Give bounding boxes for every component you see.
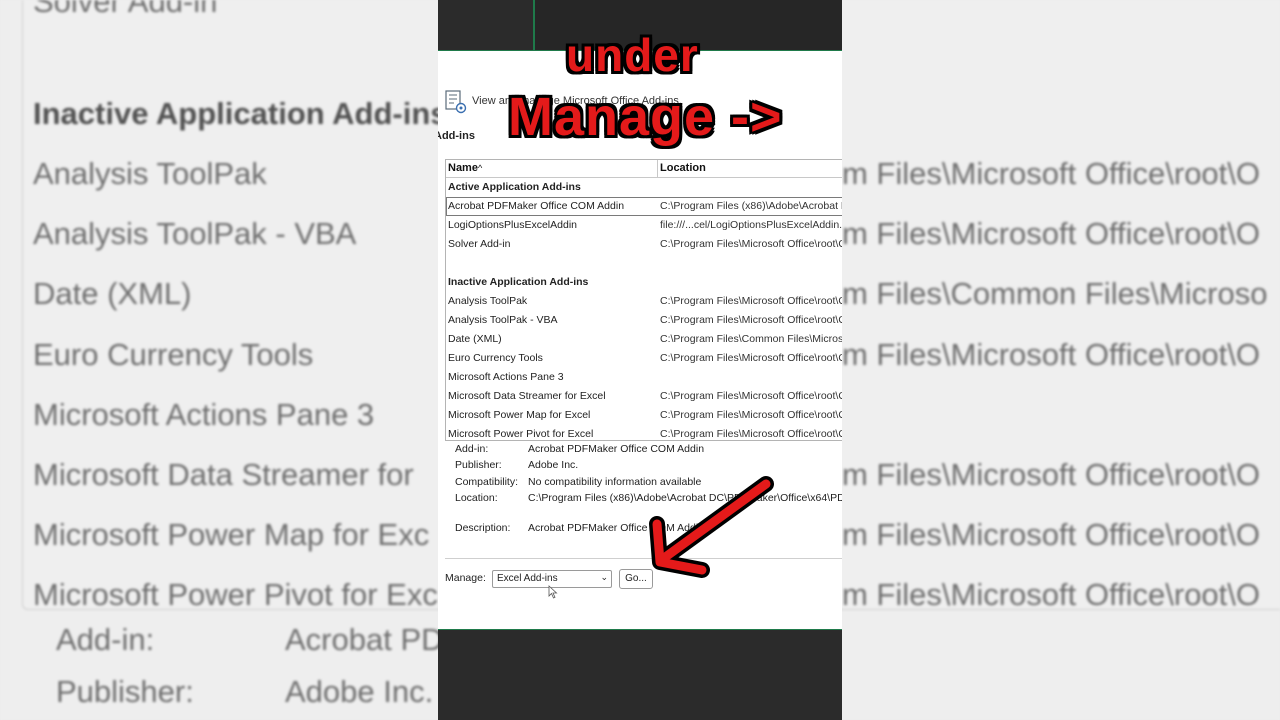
- addin-location: file:///...cel/LogiOptionsPlusExcelAddin…: [660, 219, 842, 231]
- caption-line-1: under: [566, 29, 699, 81]
- addin-location: C:\Program Files\Microsoft Office\root\O: [660, 428, 842, 440]
- chevron-down-icon: ⌄: [600, 572, 608, 582]
- addin-name: Microsoft Power Pivot for Excel: [448, 428, 594, 440]
- list-item[interactable]: Microsoft Actions Pane 3: [446, 368, 842, 387]
- addin-name: Analysis ToolPak - VBA: [448, 314, 558, 326]
- column-header-name[interactable]: Name^: [448, 162, 482, 174]
- addin-location: C:\Program Files\Microsoft Office\root\O: [660, 295, 842, 307]
- detail-description-label: Description:: [455, 522, 511, 534]
- addin-location: C:\Program Files\Microsoft Office\root\O: [660, 352, 842, 364]
- addin-location: C:\Program Files (x86)\Adobe\Acrobat D: [660, 200, 842, 212]
- list-rows: Active Application Add-ins Acrobat PDFMak…: [446, 178, 842, 440]
- list-item[interactable]: Euro Currency Tools C:\Program Files\Micr…: [446, 349, 842, 368]
- addins-settings-icon: [445, 90, 467, 114]
- sort-asc-icon: ^: [477, 163, 483, 173]
- detail-publisher-value: Adobe Inc.: [528, 459, 579, 471]
- column-header-location[interactable]: Location: [660, 162, 706, 174]
- addin-name: Analysis ToolPak: [448, 295, 528, 307]
- strip-accent-line: [533, 0, 535, 50]
- addin-name: Euro Currency Tools: [448, 352, 543, 364]
- caption-line-2: Manage ->: [508, 87, 783, 147]
- addin-name: LogiOptionsPlusExcelAddin: [448, 219, 577, 231]
- detail-publisher-label: Publisher:: [455, 459, 502, 471]
- list-item[interactable]: Analysis ToolPak C:\Program Files\Microso…: [446, 292, 842, 311]
- list-group-header: Inactive Application Add-ins: [446, 273, 842, 292]
- addin-name: Microsoft Actions Pane 3: [448, 371, 564, 383]
- list-item[interactable]: Microsoft Data Streamer for Excel C:\Prog…: [446, 387, 842, 406]
- list-group-header: Active Application Add-ins: [446, 178, 842, 197]
- detail-location-label: Location:: [455, 492, 498, 504]
- addin-name: Date (XML): [448, 333, 502, 345]
- list-item[interactable]: Solver Add-in C:\Program Files\Microsoft …: [446, 235, 842, 254]
- manage-dropdown-value: Excel Add-ins: [497, 573, 558, 584]
- addin-name: Inactive Application Add-ins: [448, 276, 589, 288]
- manage-label: Manage:: [445, 572, 486, 584]
- list-item[interactable]: Date (XML) C:\Program Files\Common Files\…: [446, 330, 842, 349]
- addin-name: Solver Add-in: [448, 238, 511, 250]
- detail-addin-value: Acrobat PDFMaker Office COM Addin: [528, 443, 705, 455]
- addin-location: C:\Program Files\Microsoft Office\root\O: [660, 314, 842, 326]
- addins-section-label: Add-ins: [438, 130, 475, 142]
- list-item[interactable]: Acrobat PDFMaker Office COM Addin C:\Prog…: [446, 197, 842, 216]
- list-header: Name^ Location: [446, 160, 842, 178]
- red-arrow-icon: [649, 476, 774, 578]
- detail-compat-label: Compatibility:: [455, 476, 519, 488]
- column-separator[interactable]: [657, 160, 658, 177]
- addin-name: Microsoft Data Streamer for Excel: [448, 390, 606, 402]
- list-item[interactable]: LogiOptionsPlusExcelAddin file:///...cel/…: [446, 216, 842, 235]
- addin-location: C:\Program Files\Common Files\Microso: [660, 333, 842, 345]
- addin-name: Active Application Add-ins: [448, 181, 581, 193]
- detail-addin-label: Add-in:: [455, 443, 489, 455]
- addin-name: Microsoft Power Map for Excel: [448, 409, 591, 421]
- mouse-cursor-icon: [548, 585, 558, 599]
- addins-list[interactable]: Name^ Location Active Application Add-in…: [445, 159, 842, 441]
- addin-location: C:\Program Files\Microsoft Office\root\O: [660, 390, 842, 402]
- list-item[interactable]: Microsoft Power Map for Excel C:\Program …: [446, 406, 842, 425]
- addin-location: C:\Program Files\Microsoft Office\root\O: [660, 238, 842, 250]
- addin-name: Acrobat PDFMaker Office COM Addin: [448, 200, 625, 212]
- list-item[interactable]: Analysis ToolPak - VBA C:\Program Files\M…: [446, 311, 842, 330]
- addin-location: C:\Program Files\Microsoft Office\root\O: [660, 409, 842, 421]
- list-item[interactable]: Microsoft Power Pivot for Excel C:\Progra…: [446, 425, 842, 440]
